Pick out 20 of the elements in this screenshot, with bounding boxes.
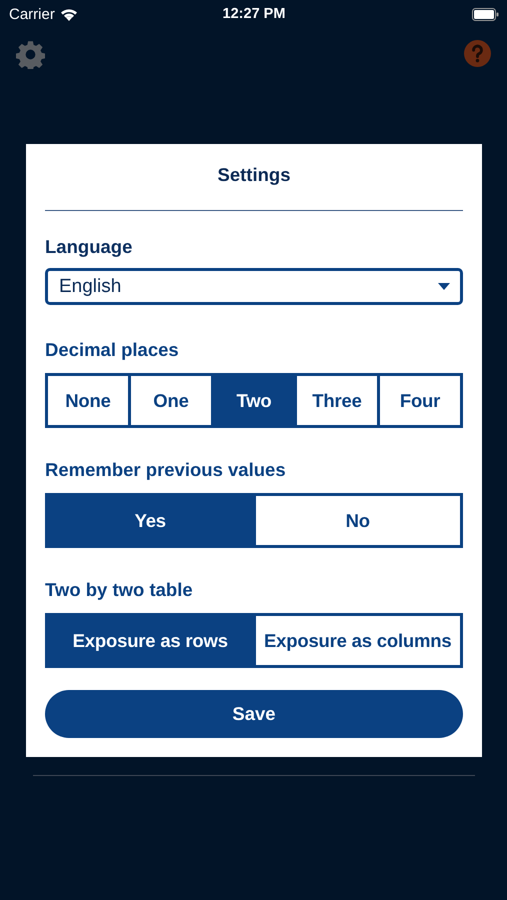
- segment-option[interactable]: Three: [297, 376, 377, 425]
- save-button[interactable]: Save: [45, 690, 463, 738]
- segment-option[interactable]: Four: [380, 376, 460, 425]
- battery-icon: [472, 8, 499, 20]
- section-label: Language: [45, 236, 132, 258]
- settings-icon[interactable]: [16, 40, 45, 69]
- carrier-label: Carrier: [9, 6, 55, 22]
- help-icon[interactable]: [464, 40, 491, 67]
- segment-option[interactable]: No: [256, 496, 460, 545]
- caret-icon: [438, 282, 450, 290]
- segment-option[interactable]: None: [48, 376, 128, 425]
- status-time: 12:27 PM: [222, 6, 286, 22]
- dialog-title: Settings: [216, 163, 292, 187]
- wifi-icon: [60, 8, 78, 20]
- section-label: Decimal places: [45, 339, 179, 361]
- language-dropdown[interactable]: English: [45, 268, 463, 305]
- segment-option[interactable]: One: [131, 376, 211, 425]
- segment-option[interactable]: Exposure as columns: [256, 616, 460, 665]
- section-label: Two by two table: [45, 579, 193, 601]
- section-label: Remember previous values: [45, 459, 286, 481]
